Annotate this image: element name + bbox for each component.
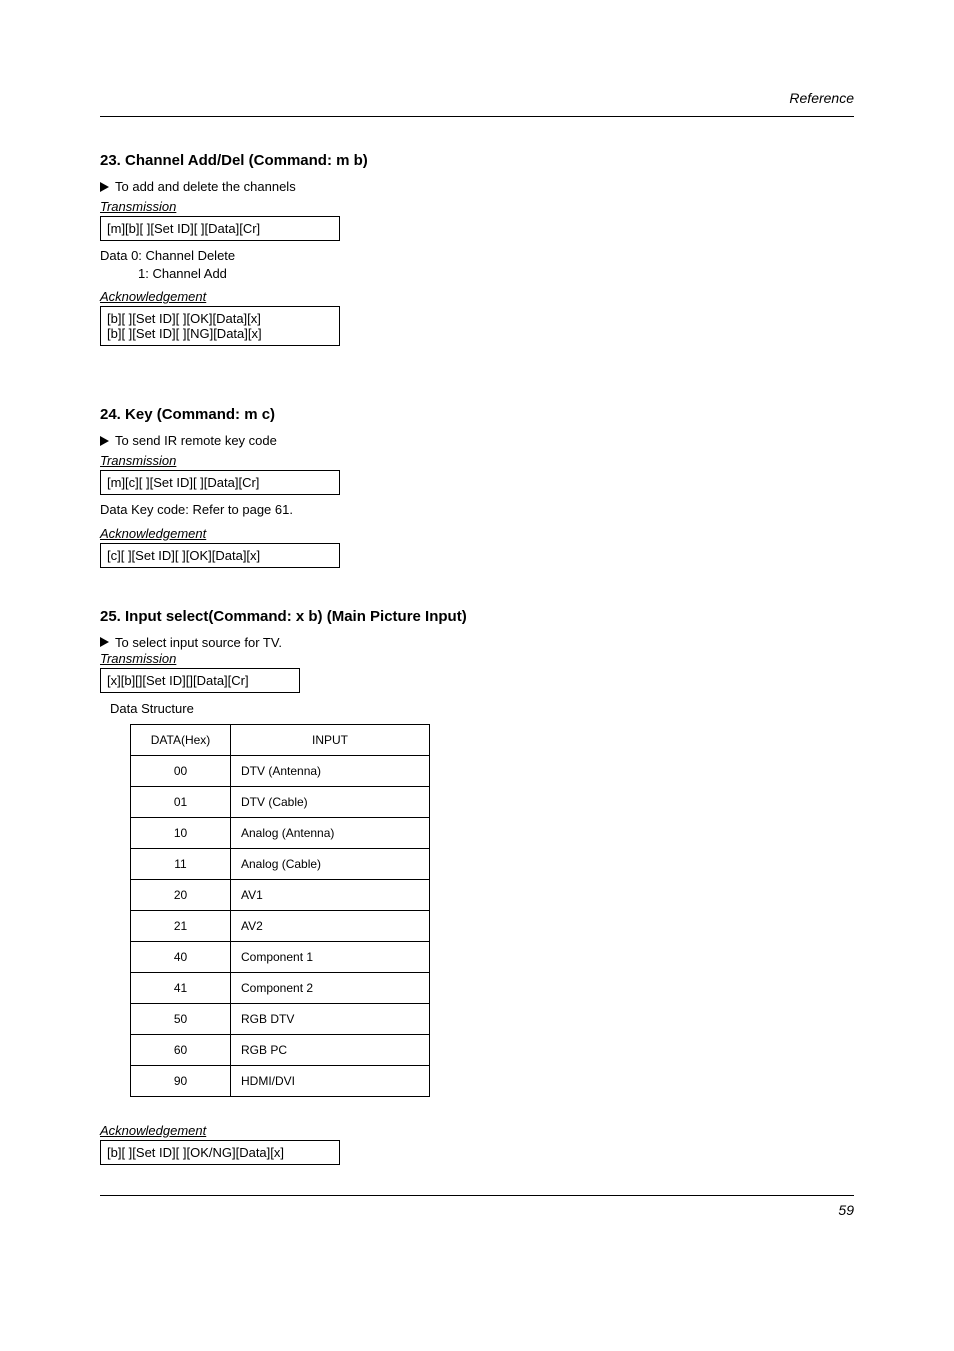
cell-input: Component 1	[231, 941, 430, 972]
play-icon	[100, 436, 109, 446]
s23-title: 23. Channel Add/Del (Command: m b)	[100, 152, 854, 169]
cell-input: DTV (Antenna)	[231, 755, 430, 786]
section-23: 23. Channel Add/Del (Command: m b) To ad…	[100, 152, 854, 346]
s25-trans-label: Transmission	[100, 651, 176, 666]
s23-data-l2: 1: Channel Add	[100, 265, 854, 283]
cell-hex: 41	[131, 972, 231, 1003]
table-row: 01DTV (Cable)	[131, 786, 430, 817]
cell-hex: 50	[131, 1003, 231, 1034]
cell-hex: 01	[131, 786, 231, 817]
table-row: 40Component 1	[131, 941, 430, 972]
cell-hex: 21	[131, 910, 231, 941]
s24-title: 24. Key (Command: m c)	[100, 406, 854, 423]
cell-input: Analog (Cable)	[231, 848, 430, 879]
top-divider	[100, 116, 854, 117]
s24-ack-code: [c][ ][Set ID][ ][OK][Data][x]	[100, 543, 340, 568]
cell-hex: 00	[131, 755, 231, 786]
play-icon	[100, 182, 109, 192]
s23-trans-code: [m][b][ ][Set ID][ ][Data][Cr]	[100, 216, 340, 241]
cell-input: RGB DTV	[231, 1003, 430, 1034]
s24-desc: To send IR remote key code	[115, 433, 277, 448]
cell-input: DTV (Cable)	[231, 786, 430, 817]
th-input: INPUT	[231, 724, 430, 755]
s23-desc: To add and delete the channels	[115, 179, 296, 194]
table-row: 10Analog (Antenna)	[131, 817, 430, 848]
th-hex: DATA(Hex)	[131, 724, 231, 755]
table-row: 11Analog (Cable)	[131, 848, 430, 879]
header-section: Reference	[100, 90, 854, 106]
s23-ack-l1: [b][ ][Set ID][ ][OK][Data][x]	[107, 311, 333, 326]
cell-hex: 20	[131, 879, 231, 910]
s25-trans-code: [x][b][][Set ID][][Data][Cr]	[100, 668, 300, 693]
s23-data-l1: Data 0: Channel Delete	[100, 247, 854, 265]
table-row: 50RGB DTV	[131, 1003, 430, 1034]
table-row: 21AV2	[131, 910, 430, 941]
cell-hex: 60	[131, 1034, 231, 1065]
section-24: 24. Key (Command: m c) To send IR remote…	[100, 406, 854, 568]
table-row: 41Component 2	[131, 972, 430, 1003]
section-25: 25. Input select(Command: x b) (Main Pic…	[100, 608, 854, 1165]
cell-hex: 90	[131, 1065, 231, 1096]
s23-trans-label: Transmission	[100, 199, 176, 214]
input-select-table: DATA(Hex) INPUT 00DTV (Antenna) 01DTV (C…	[130, 724, 430, 1097]
s25-ack-label: Acknowledgement	[100, 1123, 206, 1138]
cell-input: RGB PC	[231, 1034, 430, 1065]
s23-ack-l2: [b][ ][Set ID][ ][NG][Data][x]	[107, 326, 333, 341]
cell-input: AV2	[231, 910, 430, 941]
s25-ds-label: Data Structure	[110, 701, 854, 716]
cell-hex: 11	[131, 848, 231, 879]
table-row: 60RGB PC	[131, 1034, 430, 1065]
s24-trans-code: [m][c][ ][Set ID][ ][Data][Cr]	[100, 470, 340, 495]
s23-ack-box: [b][ ][Set ID][ ][OK][Data][x] [b][ ][Se…	[100, 306, 340, 346]
table-row: 90HDMI/DVI	[131, 1065, 430, 1096]
s24-trans-label: Transmission	[100, 453, 176, 468]
play-icon	[100, 637, 109, 647]
cell-hex: 10	[131, 817, 231, 848]
table-row: 00DTV (Antenna)	[131, 755, 430, 786]
cell-input: HDMI/DVI	[231, 1065, 430, 1096]
s25-ack-code: [b][ ][Set ID][ ][OK/NG][Data][x]	[100, 1140, 340, 1165]
s25-desc: To select input source for TV.	[115, 635, 282, 650]
page-number: 59	[100, 1202, 854, 1218]
bottom-divider	[100, 1195, 854, 1196]
s24-ack-label: Acknowledgement	[100, 526, 206, 541]
cell-input: Component 2	[231, 972, 430, 1003]
cell-hex: 40	[131, 941, 231, 972]
s23-ack-label: Acknowledgement	[100, 289, 206, 304]
s24-data-l1: Data Key code: Refer to page 61.	[100, 501, 854, 519]
table-header-row: DATA(Hex) INPUT	[131, 724, 430, 755]
s25-title: 25. Input select(Command: x b) (Main Pic…	[100, 608, 854, 625]
cell-input: AV1	[231, 879, 430, 910]
table-row: 20AV1	[131, 879, 430, 910]
cell-input: Analog (Antenna)	[231, 817, 430, 848]
